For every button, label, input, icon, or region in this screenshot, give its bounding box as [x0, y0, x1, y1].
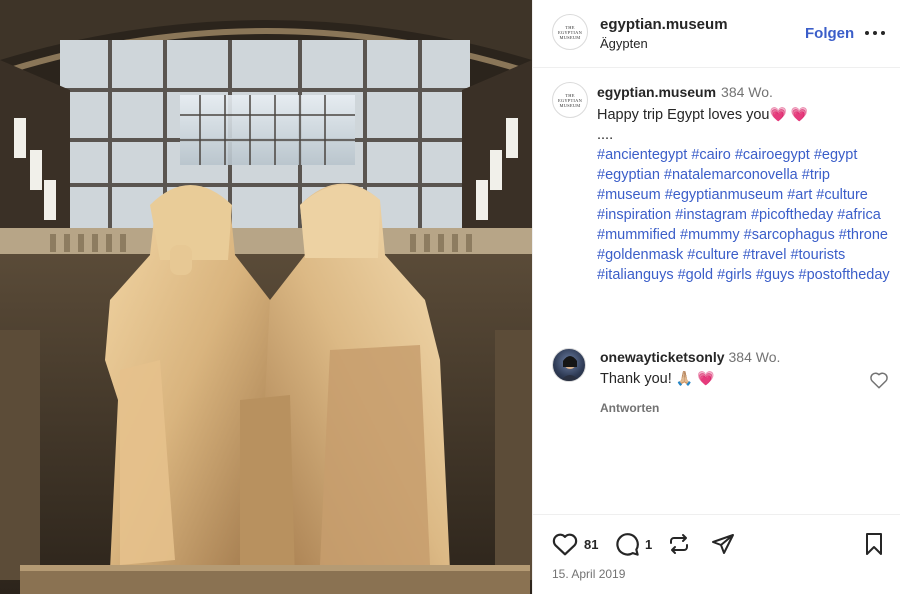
commenter-username-link[interactable]: onewayticketsonly — [600, 349, 725, 365]
hashtag-link[interactable]: #girls — [717, 267, 752, 283]
hashtag-link[interactable]: #africa — [837, 207, 881, 223]
comment-item: onewayticketsonly 384 Wo. Thank you! 🙏🏼 💗… — [533, 345, 900, 425]
hashtag-link[interactable]: #museum — [597, 187, 661, 203]
hashtag-link[interactable]: #culture — [816, 187, 868, 203]
caption-header: egyptian.museum 384 Wo. — [597, 84, 773, 100]
comments-count[interactable]: 1 — [645, 537, 652, 552]
hashtag-link[interactable]: #tourists — [790, 247, 845, 263]
caption-username-link[interactable]: egyptian.museum — [597, 84, 716, 100]
comment-emoji: 🙏🏼 💗 — [675, 370, 715, 386]
comment-text: Thank you! — [600, 371, 672, 387]
hashtag-link[interactable]: #culture — [687, 247, 739, 263]
hashtag-link[interactable]: #travel — [743, 247, 787, 263]
comment-text-line: Thank you! 🙏🏼 💗 — [600, 370, 715, 387]
post-photo[interactable] — [0, 0, 532, 594]
caption-text: Happy trip Egypt loves you — [597, 107, 770, 123]
hashtag-list: #ancientegypt #cairo #cairoegypt #egypt … — [597, 145, 897, 285]
follow-button[interactable]: Folgen — [805, 25, 854, 42]
hashtag-link[interactable]: #sarcophagus — [744, 227, 835, 243]
caption-timestamp[interactable]: 384 Wo. — [721, 84, 773, 100]
repost-icon[interactable] — [666, 532, 692, 561]
username-link[interactable]: egyptian.museum — [600, 16, 728, 33]
hashtag-link[interactable]: #picoftheday — [751, 207, 833, 223]
profile-avatar[interactable]: THE EGYPTIAN MUSEUM — [552, 14, 588, 50]
caption-dots: .... — [597, 127, 614, 143]
commenter-avatar-image — [560, 356, 580, 381]
post-header: THE EGYPTIAN MUSEUM egyptian.museum Ägyp… — [533, 0, 900, 68]
commenter-avatar[interactable] — [552, 348, 586, 382]
hashtag-link[interactable]: #mummified — [597, 227, 676, 243]
avatar-logo-text: THE EGYPTIAN MUSEUM — [557, 92, 583, 108]
caption-avatar[interactable]: THE EGYPTIAN MUSEUM — [552, 82, 588, 118]
post-date[interactable]: 15. April 2019 — [552, 567, 625, 581]
post-actions-bar: 81 1 15. April 2019 — [533, 514, 900, 594]
comment-like-heart-icon[interactable] — [869, 371, 889, 389]
hashtag-link[interactable]: #art — [787, 187, 812, 203]
hashtag-link[interactable]: #mummy — [680, 227, 740, 243]
hashtag-link[interactable]: #throne — [839, 227, 888, 243]
caption-text-line: Happy trip Egypt loves you💗 💗 — [597, 104, 897, 125]
hashtag-link[interactable]: #guys — [756, 267, 795, 283]
heart-emoji: 💗 💗 — [769, 106, 809, 122]
hashtag-link[interactable]: #postoftheday — [799, 267, 890, 283]
likes-count[interactable]: 81 — [584, 537, 598, 552]
hashtag-link[interactable]: #egyptian — [597, 167, 660, 183]
location-link[interactable]: Ägypten — [600, 36, 648, 51]
post-side-panel: THE EGYPTIAN MUSEUM egyptian.museum Ägyp… — [532, 0, 900, 594]
hashtag-link[interactable]: #cairoegypt — [735, 147, 810, 163]
more-options-icon[interactable] — [864, 22, 886, 42]
reply-button[interactable]: Antworten — [600, 401, 659, 415]
save-bookmark-icon[interactable] — [863, 532, 885, 561]
hashtag-link[interactable]: #goldenmask — [597, 247, 683, 263]
hashtag-link[interactable]: #italianguys — [597, 267, 674, 283]
statue-photo-illustration — [0, 0, 532, 594]
hashtag-link[interactable]: #egyptianmuseum — [665, 187, 784, 203]
comment-timestamp[interactable]: 384 Wo. — [729, 349, 781, 365]
hashtag-link[interactable]: #natalemarconovella — [664, 167, 798, 183]
like-heart-icon[interactable] — [552, 532, 578, 561]
hashtag-link[interactable]: #gold — [678, 267, 713, 283]
comment-header: onewayticketsonly 384 Wo. — [600, 349, 780, 365]
hashtag-link[interactable]: #egypt — [814, 147, 858, 163]
hashtag-link[interactable]: #trip — [802, 167, 830, 183]
avatar-logo-text: THE EGYPTIAN MUSEUM — [557, 24, 583, 40]
hashtag-link[interactable]: #cairo — [691, 147, 731, 163]
hashtag-link[interactable]: #ancientegypt — [597, 147, 687, 163]
hashtag-link[interactable]: #inspiration — [597, 207, 671, 223]
caption-body: Happy trip Egypt loves you💗 💗 .... #anci… — [597, 104, 897, 285]
share-paper-plane-icon[interactable] — [710, 532, 736, 561]
comment-bubble-icon[interactable] — [614, 531, 640, 562]
hashtag-link[interactable]: #instagram — [675, 207, 747, 223]
